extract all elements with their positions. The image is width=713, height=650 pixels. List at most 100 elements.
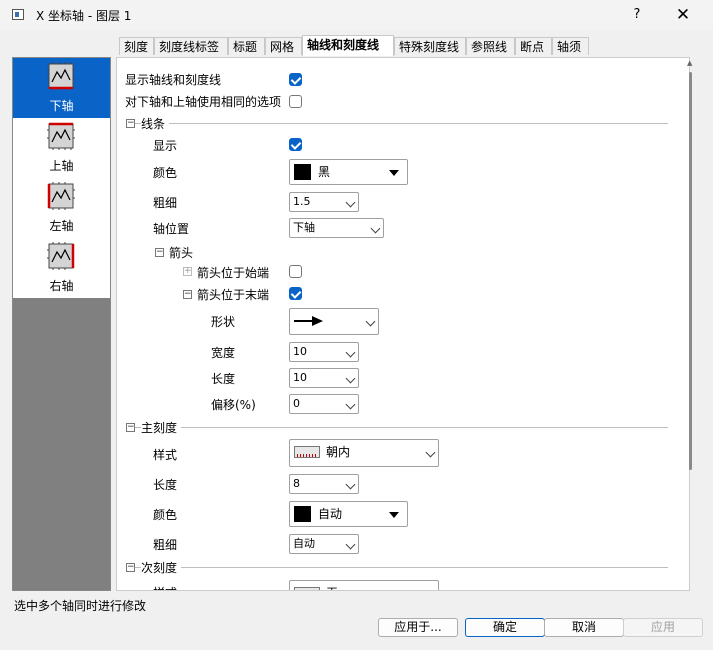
axis-item-bottom[interactable]: 下轴 [13, 58, 110, 118]
top-axis-icon [47, 122, 75, 150]
color-swatch [294, 506, 311, 522]
arrow-shape-icon [294, 316, 323, 326]
axis-item-top[interactable]: 上轴 [13, 118, 110, 178]
minor-style-row-clip: 样式 无 [117, 578, 683, 590]
line-color-value: 黑 [318, 165, 331, 179]
tab-special-ticks[interactable]: 特殊刻度线 [394, 37, 466, 55]
section-divider [126, 427, 668, 428]
major-length-label: 长度 [153, 478, 178, 492]
arrow-section-header: 箭头 [169, 246, 194, 260]
scroll-up-icon[interactable]: ▲ [687, 59, 692, 67]
right-axis-icon [47, 242, 75, 270]
bottom-axis-icon [47, 62, 75, 90]
axis-list: 下轴 上轴 左轴 右轴 [13, 58, 110, 298]
arrow-offset-label: 偏移(%) [211, 398, 256, 412]
major-color-value: 自动 [318, 507, 343, 521]
arrow-length-label: 长度 [211, 372, 236, 386]
major-color-label: 颜色 [153, 508, 178, 522]
chevron-down-icon [365, 316, 376, 327]
arrow-width-combo[interactable]: 10 [289, 342, 359, 362]
collapse-arrow-icon[interactable]: − [155, 248, 164, 257]
line-section-header: 线条 [141, 115, 170, 132]
arrow-width-value: 10 [293, 345, 307, 358]
ok-button[interactable]: 确定 [465, 618, 545, 637]
arrow-shape-label: 形状 [211, 315, 236, 329]
scroll-thumb[interactable] [689, 72, 692, 470]
axis-position-dropdown[interactable]: 下轴 [289, 218, 384, 238]
axis-item-left[interactable]: 左轴 [13, 178, 110, 238]
cancel-button[interactable]: 取消 [544, 618, 624, 637]
collapse-line-icon[interactable]: − [126, 119, 135, 128]
chevron-down-icon [345, 479, 356, 490]
tab-tick-labels[interactable]: 刻度线标签 [154, 37, 228, 55]
section-divider [126, 567, 668, 568]
expand-arrow-start-icon[interactable]: + [183, 267, 192, 276]
tab-scale[interactable]: 刻度 [119, 37, 154, 55]
arrow-offset-combo[interactable]: 0 [289, 394, 359, 414]
line-show-label: 显示 [153, 139, 178, 153]
apply-to-button[interactable]: 应用于... [378, 618, 458, 637]
line-thickness-combo[interactable]: 1.5 [289, 192, 359, 212]
tab-title[interactable]: 标题 [228, 37, 265, 55]
tab-rug[interactable]: 轴须 [552, 37, 589, 55]
axis-item-label: 右轴 [49, 279, 74, 293]
color-swatch [294, 164, 311, 180]
major-style-label: 样式 [153, 448, 178, 462]
axis-item-label: 上轴 [49, 159, 74, 173]
axis-position-label: 轴位置 [153, 222, 190, 236]
minor-ticks-section-header: 次刻度 [141, 559, 182, 576]
apply-button[interactable]: 应用 [623, 618, 703, 637]
arrow-start-label: 箭头位于始端 [197, 266, 270, 280]
arrow-length-value: 10 [293, 371, 307, 384]
chevron-down-icon [345, 197, 356, 208]
dropdown-triangle-icon [389, 512, 399, 518]
chevron-down-icon [425, 447, 436, 458]
arrow-end-label: 箭头位于末端 [197, 288, 270, 302]
arrow-shape-dropdown[interactable] [289, 308, 379, 335]
same-options-label: 对下轴和上轴使用相同的选项 [125, 95, 282, 109]
arrow-end-checkbox[interactable] [289, 287, 302, 300]
major-thickness-label: 粗细 [153, 538, 178, 552]
status-text: 选中多个轴同时进行修改 [14, 599, 147, 613]
axis-item-right[interactable]: 右轴 [13, 238, 110, 298]
major-thickness-combo[interactable]: 自动 [289, 534, 359, 554]
major-length-value: 8 [293, 477, 300, 490]
same-options-checkbox[interactable] [289, 95, 302, 108]
help-button[interactable]: ? [624, 4, 650, 26]
collapse-minor-ticks-icon[interactable]: − [126, 563, 135, 572]
chevron-down-icon [345, 373, 356, 384]
major-style-dropdown[interactable]: 朝内 [289, 439, 439, 467]
tab-breaks[interactable]: 断点 [515, 37, 552, 55]
tab-line-and-ticks[interactable]: 轴线和刻度线 [302, 35, 394, 56]
window-icon [12, 9, 24, 20]
left-axis-icon [47, 182, 75, 210]
arrow-offset-value: 0 [293, 397, 300, 410]
chevron-down-icon [345, 539, 356, 550]
collapse-arrow-end-icon[interactable]: − [183, 290, 192, 299]
axis-item-label: 下轴 [49, 99, 74, 113]
line-show-checkbox[interactable] [289, 138, 302, 151]
minor-style-label: 样式 [153, 584, 177, 590]
show-axes-ticks-checkbox[interactable] [289, 73, 302, 86]
major-length-combo[interactable]: 8 [289, 474, 359, 494]
arrow-start-checkbox[interactable] [289, 265, 302, 278]
minor-style-dropdown[interactable]: 无 [289, 580, 439, 590]
collapse-major-ticks-icon[interactable]: − [126, 423, 135, 432]
section-divider [126, 123, 668, 124]
line-color-label: 颜色 [153, 166, 178, 180]
line-thickness-value: 1.5 [293, 195, 311, 208]
chevron-down-icon [370, 223, 381, 234]
close-icon[interactable]: ✕ [668, 4, 698, 26]
major-color-dropdown[interactable]: 自动 [289, 501, 408, 527]
tick-style-preview-icon [294, 587, 320, 590]
line-color-dropdown[interactable]: 黑 [289, 159, 408, 185]
dropdown-triangle-icon [389, 170, 399, 176]
minor-style-value: 无 [326, 586, 338, 590]
major-ticks-section-header: 主刻度 [141, 419, 182, 436]
axis-position-value: 下轴 [293, 221, 315, 234]
show-axes-ticks-label: 显示轴线和刻度线 [125, 73, 222, 87]
major-style-value: 朝内 [326, 445, 351, 459]
tab-reference-lines[interactable]: 参照线 [466, 37, 515, 55]
arrow-length-combo[interactable]: 10 [289, 368, 359, 388]
tab-grid[interactable]: 网格 [265, 37, 302, 55]
